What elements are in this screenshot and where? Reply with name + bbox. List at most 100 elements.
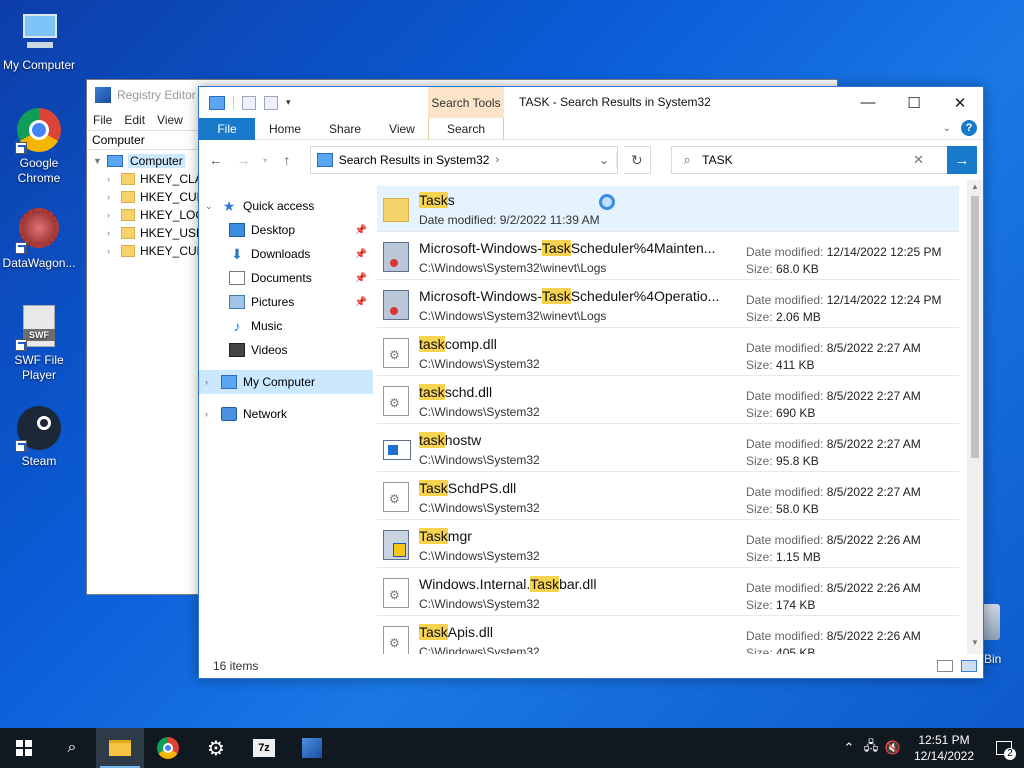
- search-go-button[interactable]: →: [946, 146, 977, 174]
- volume-muted-icon[interactable]: 🔇: [882, 740, 904, 756]
- breadcrumb-location[interactable]: Search Results in System32: [339, 153, 490, 167]
- properties-icon[interactable]: [242, 95, 256, 110]
- clear-search-icon[interactable]: ✕: [913, 152, 924, 168]
- help-icon[interactable]: ?: [961, 120, 977, 136]
- chevron-down-icon[interactable]: ▼: [93, 156, 103, 166]
- nav-item-desktop[interactable]: Desktop 📌: [199, 218, 373, 242]
- explorer-titlebar[interactable]: ▾ Search Tools TASK - Search Results in …: [199, 87, 983, 118]
- taskbar-chrome[interactable]: [144, 728, 192, 768]
- desktop-icon-swf-player[interactable]: SWF SWF File Player: [1, 303, 77, 383]
- address-bar[interactable]: Search Results in System32 › ⌄: [309, 146, 618, 174]
- result-item[interactable]: taskcomp.dll C:\Windows\System32 Date mo…: [377, 330, 959, 376]
- scroll-down-icon[interactable]: ▼: [967, 638, 983, 652]
- result-path: C:\Windows\System32\winevt\Logs: [419, 261, 607, 275]
- tab-share[interactable]: Share: [315, 122, 375, 136]
- up-arrow-icon[interactable]: ↑: [276, 152, 298, 168]
- tab-home[interactable]: Home: [255, 122, 315, 136]
- pin-icon[interactable]: 📌: [355, 297, 367, 308]
- desktop-icon-datawagon[interactable]: DataWagon...: [1, 206, 77, 271]
- network-icon[interactable]: 🖧: [860, 737, 882, 759]
- dll-file-icon: [383, 578, 409, 608]
- nav-item-videos[interactable]: Videos: [199, 338, 373, 362]
- notification-center-button[interactable]: 2: [984, 728, 1024, 768]
- result-item[interactable]: TaskApis.dll C:\Windows\System32 Date mo…: [377, 618, 959, 654]
- desktop-icon-label: SWF File Player: [14, 353, 64, 382]
- shortcut-arrow-icon: [15, 440, 27, 452]
- taskbar-7zip[interactable]: 7z: [240, 728, 288, 768]
- forward-arrow-icon[interactable]: →: [233, 152, 255, 168]
- start-button[interactable]: [0, 728, 48, 768]
- desktop-icon-my-computer[interactable]: My Computer: [1, 8, 77, 73]
- nav-item-downloads[interactable]: ⬇ Downloads 📌: [199, 242, 373, 266]
- minimize-button[interactable]: —: [845, 87, 891, 118]
- new-folder-icon[interactable]: [264, 95, 278, 110]
- taskbar-settings[interactable]: ⚙: [192, 728, 240, 768]
- chevron-down-icon[interactable]: ⌄: [205, 201, 221, 212]
- result-item[interactable]: Windows.Internal.Taskbar.dll C:\Windows\…: [377, 570, 959, 616]
- chevron-right-icon[interactable]: ›: [107, 228, 117, 238]
- search-input[interactable]: ⌕ TASK ✕ →: [671, 146, 977, 174]
- content-view-icon[interactable]: [961, 660, 977, 672]
- recent-locations-icon[interactable]: ▾: [260, 156, 270, 165]
- close-button[interactable]: ✕: [937, 87, 983, 118]
- result-item[interactable]: Taskmgr C:\Windows\System32 Date modifie…: [377, 522, 959, 568]
- result-item[interactable]: TaskSchdPS.dll C:\Windows\System32 Date …: [377, 474, 959, 520]
- dll-file-icon: [383, 338, 409, 368]
- chevron-up-icon[interactable]: ⌃: [838, 740, 860, 756]
- breadcrumb-chevron-icon[interactable]: ›: [495, 154, 499, 166]
- result-path: C:\Windows\System32: [419, 597, 540, 611]
- tab-view[interactable]: View: [375, 122, 429, 136]
- menu-view[interactable]: View: [157, 113, 183, 127]
- nav-quick-access[interactable]: ⌄ ★ Quick access: [199, 194, 373, 218]
- shortcut-arrow-icon: [15, 142, 27, 154]
- address-dropdown-icon[interactable]: ⌄: [593, 153, 617, 167]
- details-view-icon[interactable]: [937, 660, 953, 672]
- chevron-right-icon[interactable]: ›: [107, 210, 117, 220]
- chevron-right-icon[interactable]: ›: [205, 409, 221, 419]
- desktop-icon-google-chrome[interactable]: Google Chrome: [1, 106, 77, 186]
- taskbar-file-explorer[interactable]: [96, 728, 144, 768]
- nav-my-computer[interactable]: › My Computer: [199, 370, 373, 394]
- chevron-right-icon[interactable]: ›: [107, 174, 117, 184]
- result-path: C:\Windows\System32: [419, 549, 540, 563]
- pin-icon[interactable]: 📌: [355, 225, 367, 236]
- result-item[interactable]: taskschd.dll C:\Windows\System32 Date mo…: [377, 378, 959, 424]
- search-button[interactable]: ⌕: [48, 728, 96, 768]
- nav-item-music[interactable]: ♪ Music: [199, 314, 373, 338]
- result-item-tasks[interactable]: Tasks Date modified: 9/2/2022 11:39 AM: [377, 186, 959, 232]
- tab-search[interactable]: Search: [428, 117, 504, 140]
- chevron-right-icon[interactable]: ›: [205, 377, 221, 387]
- menu-edit[interactable]: Edit: [124, 113, 145, 127]
- menu-file[interactable]: File: [93, 113, 112, 127]
- nav-item-documents[interactable]: Documents 📌: [199, 266, 373, 290]
- scroll-up-icon[interactable]: ▲: [967, 182, 983, 196]
- result-path: C:\Windows\System32: [419, 501, 540, 515]
- pin-icon[interactable]: 📌: [355, 249, 367, 260]
- busy-cursor-icon: [599, 194, 615, 210]
- results-scrollbar[interactable]: ▲ ▼: [967, 180, 983, 654]
- chevron-right-icon[interactable]: ›: [107, 246, 117, 256]
- customize-toolbar-icon[interactable]: ▾: [286, 97, 291, 108]
- folder-icon: [121, 191, 135, 203]
- back-arrow-icon[interactable]: ←: [205, 152, 227, 168]
- tab-file[interactable]: File: [199, 117, 255, 140]
- computer-icon: [107, 155, 123, 167]
- expand-ribbon-icon[interactable]: ⌄: [943, 123, 951, 134]
- maximize-button[interactable]: ☐: [891, 87, 937, 118]
- nav-item-pictures[interactable]: Pictures 📌: [199, 290, 373, 314]
- chevron-right-icon[interactable]: ›: [107, 192, 117, 202]
- refresh-button[interactable]: ↻: [623, 146, 652, 174]
- pin-icon[interactable]: 📌: [355, 273, 367, 284]
- result-item[interactable]: taskhostw C:\Windows\System32 Date modif…: [377, 426, 959, 472]
- clock[interactable]: 12:51 PM 12/14/2022: [904, 732, 984, 764]
- folder-icon: [383, 198, 409, 222]
- file-explorer-window[interactable]: ▾ Search Tools TASK - Search Results in …: [198, 86, 984, 679]
- search-query[interactable]: TASK: [702, 153, 732, 167]
- desktop-icon-steam[interactable]: Steam: [1, 404, 77, 469]
- regedit-title: Registry Editor: [117, 88, 196, 102]
- nav-network[interactable]: › Network: [199, 402, 373, 426]
- result-item[interactable]: Microsoft-Windows-TaskScheduler%4Operati…: [377, 282, 959, 328]
- taskbar-registry-editor[interactable]: [288, 728, 336, 768]
- scrollbar-thumb[interactable]: [971, 196, 979, 458]
- result-item[interactable]: Microsoft-Windows-TaskScheduler%4Mainten…: [377, 234, 959, 280]
